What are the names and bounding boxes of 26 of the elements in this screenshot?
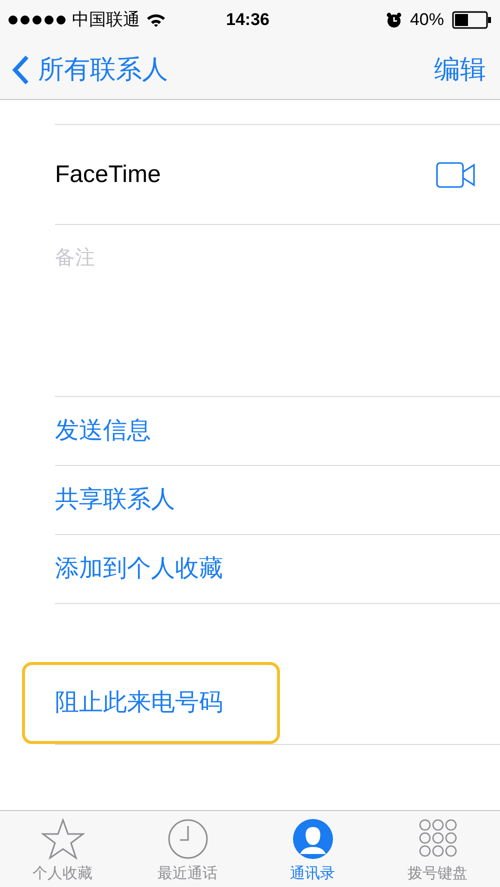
star-icon	[40, 818, 84, 860]
block-caller-link[interactable]: 阻止此来电号码	[55, 685, 223, 721]
alarm-icon	[386, 12, 402, 28]
back-button[interactable]: 所有联系人	[12, 50, 168, 89]
signal-icon	[8, 15, 66, 25]
tab-bar-item[interactable]: 拨号键盘	[375, 811, 500, 887]
clock-icon	[166, 818, 208, 860]
notes-label: 备注	[55, 247, 95, 269]
edit-button[interactable]: 编辑	[434, 50, 486, 89]
tab-bar-item[interactable]: 最近通话	[125, 811, 250, 887]
video-camera-icon	[436, 162, 476, 188]
carrier-name: 中国联通	[72, 9, 140, 32]
action-link[interactable]: 发送信息	[55, 413, 151, 449]
keypad-icon	[418, 818, 458, 860]
action-link[interactable]: 添加到个人收藏	[55, 551, 223, 587]
video-call-button[interactable]	[436, 162, 476, 188]
chevron-left-icon	[12, 54, 30, 84]
battery-percent: 40%	[410, 9, 444, 32]
wifi-icon	[146, 13, 166, 27]
facetime-label: FaceTime	[55, 160, 161, 190]
tab-bar-item[interactable]: 通讯录	[250, 811, 375, 887]
tab-bar-item[interactable]: 个人收藏	[0, 811, 125, 887]
person-icon	[292, 818, 334, 860]
battery-icon	[452, 11, 492, 29]
status-time: 14:36	[226, 9, 270, 32]
action-link[interactable]: 共享联系人	[55, 482, 175, 518]
